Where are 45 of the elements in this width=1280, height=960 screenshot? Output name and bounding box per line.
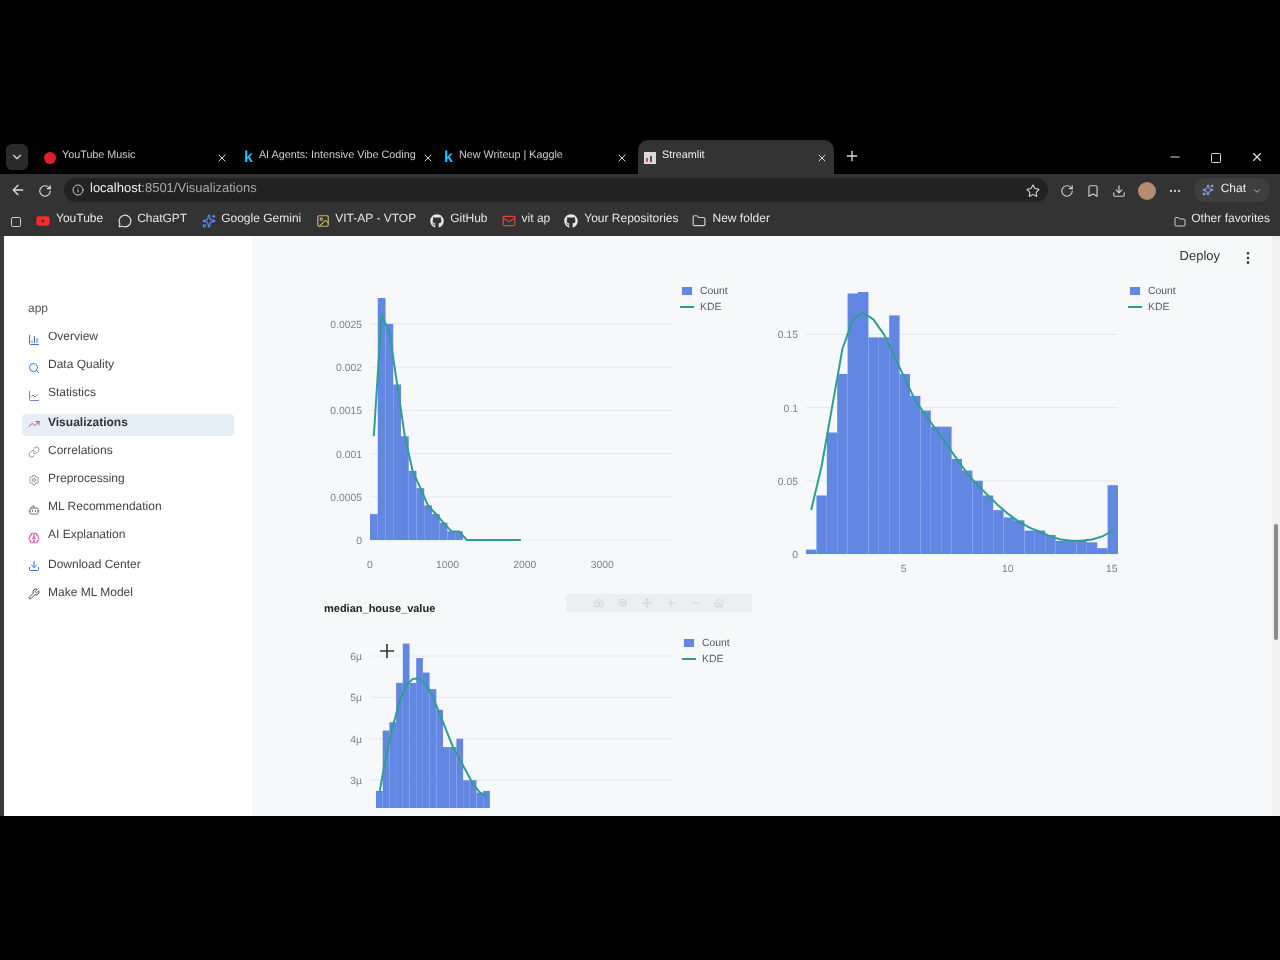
image-icon bbox=[315, 214, 330, 228]
cat-logo-icon bbox=[564, 214, 579, 228]
line-chart-icon bbox=[28, 389, 40, 402]
bookmark-icon[interactable] bbox=[1086, 183, 1101, 197]
download-icon[interactable] bbox=[1112, 183, 1127, 197]
robot-icon bbox=[28, 503, 40, 516]
new-tab-icon[interactable] bbox=[844, 148, 860, 164]
bar-chart-icon bbox=[28, 333, 40, 345]
close-icon[interactable] bbox=[216, 151, 228, 163]
download-icon bbox=[28, 560, 40, 572]
chevron-down-icon bbox=[1252, 185, 1262, 195]
play-icon bbox=[36, 214, 50, 228]
close-icon[interactable] bbox=[616, 151, 628, 163]
cat-logo-icon bbox=[430, 214, 445, 228]
back-icon[interactable] bbox=[10, 182, 26, 198]
close-icon[interactable] bbox=[1250, 150, 1264, 164]
close-icon[interactable] bbox=[421, 151, 434, 163]
folder-icon bbox=[1173, 215, 1186, 227]
chevron-down-icon bbox=[10, 150, 24, 164]
tab-favicon: k bbox=[244, 149, 253, 165]
crosshair-cursor-icon bbox=[380, 644, 394, 658]
music-icon bbox=[44, 151, 56, 163]
chat-bubble-icon bbox=[117, 214, 132, 228]
tab-favicon: k bbox=[444, 149, 453, 165]
minimize-icon[interactable] bbox=[1168, 150, 1182, 164]
refresh-icon[interactable] bbox=[1060, 183, 1075, 197]
folder-icon bbox=[692, 214, 707, 228]
avatar-icon[interactable] bbox=[1138, 181, 1157, 199]
mail-icon bbox=[501, 214, 516, 228]
brain-icon bbox=[28, 531, 40, 544]
collections-icon[interactable] bbox=[10, 215, 22, 227]
wrench-icon bbox=[28, 588, 40, 601]
info-icon[interactable] bbox=[72, 184, 84, 196]
tab-list-button[interactable] bbox=[6, 144, 28, 170]
maximize-icon[interactable] bbox=[1210, 151, 1222, 163]
sparkle-icon bbox=[1202, 184, 1215, 196]
chart-favicon-icon bbox=[644, 151, 656, 163]
reload-icon[interactable] bbox=[38, 183, 52, 197]
trend-icon bbox=[28, 418, 40, 431]
sparkle-icon bbox=[201, 214, 216, 228]
link-icon bbox=[28, 446, 40, 459]
favorite-star-icon[interactable] bbox=[1026, 183, 1041, 197]
gear-icon bbox=[28, 474, 40, 487]
close-icon[interactable] bbox=[816, 151, 828, 163]
magnifier-icon bbox=[28, 361, 40, 374]
